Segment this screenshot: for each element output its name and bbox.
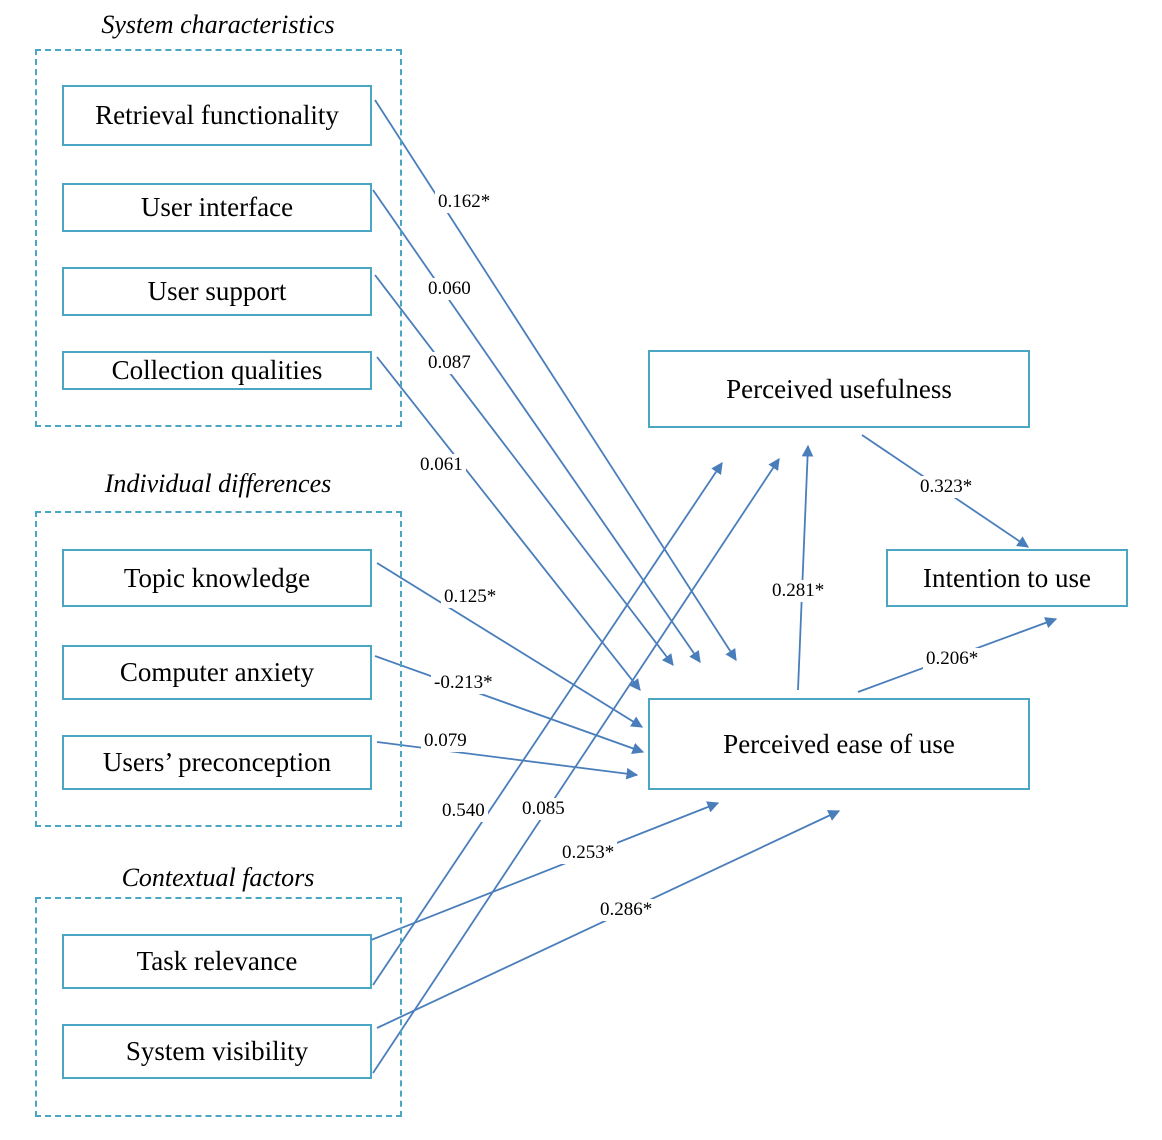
- coef-preconception-peou: 0.079: [421, 730, 470, 752]
- arrow-topic-peou: [376, 562, 643, 728]
- node-topic-knowledge: Topic knowledge: [62, 549, 372, 607]
- arrow-preconception-peou: [376, 741, 639, 780]
- coef-anxiety-peou: -0.213*: [431, 672, 496, 694]
- coef-pu-intention: 0.323*: [917, 476, 976, 498]
- coef-peou-intention: 0.206*: [923, 648, 982, 670]
- node-perceived-usefulness: Perceived usefulness: [648, 350, 1030, 428]
- group-frame-contextual-factors: [35, 897, 402, 1117]
- node-intention-to-use: Intention to use: [886, 549, 1128, 607]
- group-title-system-characteristics: System characteristics: [101, 10, 335, 39]
- node-system-visibility: System visibility: [62, 1024, 372, 1079]
- node-collection-qualities: Collection qualities: [62, 351, 372, 390]
- coef-retrieval-peou: 0.162*: [435, 191, 494, 213]
- node-computer-anxiety: Computer anxiety: [62, 645, 372, 700]
- coef-visibility-peou: 0.286*: [597, 899, 656, 921]
- node-retrieval-functionality: Retrieval functionality: [62, 85, 372, 146]
- group-title-individual-differences: Individual differences: [104, 469, 332, 498]
- arrow-peou-pu: [797, 444, 814, 691]
- coef-task-peou: 0.253*: [559, 842, 618, 864]
- coef-topic-peou: 0.125*: [441, 586, 500, 608]
- arrow-collection-peou: [376, 356, 641, 691]
- node-perceived-ease-of-use: Perceived ease of use: [648, 698, 1030, 790]
- arrow-task-peou: [370, 801, 720, 941]
- coef-interface-peou: 0.060: [425, 278, 474, 300]
- coef-visibility-pu: 0.085: [519, 798, 568, 820]
- node-users-preconception: Users’ preconception: [62, 735, 372, 790]
- group-title-contextual-factors: Contextual factors: [121, 863, 315, 892]
- node-user-interface: User interface: [62, 183, 372, 232]
- coef-task-pu: 0.540: [439, 800, 488, 822]
- arrow-anxiety-peou: [374, 655, 645, 754]
- coef-collection-peou: 0.061: [417, 454, 466, 476]
- coef-support-peou: 0.087: [425, 352, 474, 374]
- coef-peou-pu: 0.281*: [769, 580, 828, 602]
- node-task-relevance: Task relevance: [62, 934, 372, 989]
- node-user-support: User support: [62, 267, 372, 316]
